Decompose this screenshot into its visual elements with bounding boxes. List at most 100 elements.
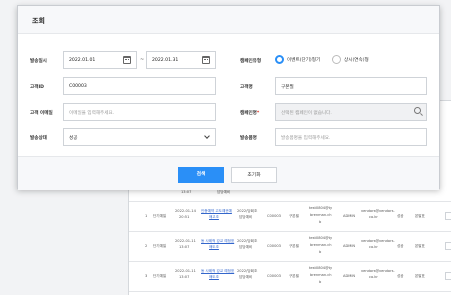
cell-type: 단기예일 — [153, 244, 167, 248]
cell-view: 본발표 — [415, 274, 425, 278]
cell-sender: 2022/당회조 — [237, 269, 258, 273]
cell-customer-name: 구본필 — [289, 214, 299, 218]
search-icon[interactable] — [414, 107, 421, 114]
cell-email: b — [319, 280, 322, 284]
radio-regular-type-label[interactable]: 상시(연속)형 — [344, 57, 369, 63]
campaign-label-text: 캠페인명 — [240, 111, 257, 116]
cell-date: 2022-01-11 — [175, 239, 196, 243]
date-separator: ~ — [140, 57, 145, 63]
cell-customer-name: 구본필 — [289, 274, 299, 278]
campaign-placeholder: 선택된 캠페인이 없습니다. — [281, 111, 332, 116]
customer-id-label: 고객ID — [30, 85, 44, 90]
radio-event-type[interactable] — [275, 55, 284, 64]
customer-id-field[interactable]: C00003 — [63, 77, 216, 95]
row-action-button[interactable] — [445, 272, 451, 280]
cell-customer-id: C00003 — [267, 274, 281, 278]
cell-email: test0804@ty — [309, 266, 333, 270]
cell-sender: 2022/당회조 — [237, 239, 258, 243]
cell-vendor: co.kr — [369, 215, 378, 219]
modal-title: 조회 — [18, 6, 439, 34]
date-to-field[interactable]: 2022.01.31 — [146, 51, 216, 69]
cell-date: 2022-01-11 — [175, 269, 196, 273]
send-status-label: 발송상태 — [30, 136, 47, 141]
radio-event-type-label[interactable]: 이벤트(단기)형기 — [287, 57, 320, 63]
cell-view: 본발표 — [415, 244, 425, 248]
cell-time: 13:07 — [179, 245, 190, 249]
campaign-field[interactable]: 선택된 캠페인이 없습니다. — [275, 103, 427, 121]
customer-email-label: 고객 이메일 — [30, 111, 53, 116]
cell-date: 2022-01-14 — [175, 209, 196, 213]
search-button[interactable]: 검색 — [178, 167, 224, 183]
cell-status: 성공 — [397, 214, 404, 218]
table-row[interactable]: 1 단기예일 2022-01-14 20:51 인증예약 고도예권예 매고조 2… — [129, 202, 451, 232]
cell-vendor: vendors@vendors. — [361, 209, 395, 213]
cell-email: brenman.ch — [310, 273, 332, 277]
campaign-label: 캠페인명* — [240, 110, 259, 116]
customer-name-label: 고객명 — [240, 85, 253, 90]
send-template-label: 발송폼명 — [240, 136, 257, 141]
table-row[interactable]: 2 단기예일 2022-01-11 13:07 동 사례적 강교 예정표 매도조… — [129, 232, 451, 262]
ship-date-label: 발송일시 — [30, 59, 47, 64]
chevron-down-icon — [204, 133, 210, 139]
cell-email: b — [319, 220, 322, 224]
customer-name-value: 구본필 — [281, 85, 294, 90]
campaign-type-label: 캠페인유형 — [240, 59, 262, 64]
cell-time: 13:07 — [181, 190, 192, 194]
radio-regular-type[interactable] — [332, 55, 341, 64]
cell-time: 13:07 — [179, 275, 190, 279]
cell-vendor: vendors@vendors. — [361, 269, 395, 273]
calendar-icon[interactable] — [202, 56, 210, 64]
cell-code: ADMIN — [343, 244, 356, 248]
cell-vendor: co.kr — [369, 275, 378, 279]
cell-email: b — [319, 250, 322, 254]
date-from-value: 2022.01.01 — [69, 58, 96, 63]
customer-email-field[interactable]: 이메일을 입력해주세요. — [63, 103, 216, 121]
cell-campaign-link[interactable]: 매도조 — [209, 275, 219, 280]
send-template-field[interactable]: 발송폼명을 입력해주세요. — [275, 128, 427, 146]
cell-sender: 담당예비 — [239, 275, 253, 279]
send-status-select[interactable]: 성공 — [63, 128, 216, 146]
customer-id-value: C00003 — [69, 84, 87, 89]
table-row[interactable]: 3 단기예일 2022-01-11 13:07 동 사례적 강교 예정표 매도조… — [129, 262, 451, 292]
date-to-value: 2022.01.31 — [152, 58, 179, 63]
required-mark: * — [256, 111, 260, 116]
cell-sender: 담당예비 — [239, 215, 253, 219]
send-status-value: 성공 — [69, 136, 78, 141]
cell-type: 단기예일 — [153, 214, 167, 218]
cell-code: ADMIN — [343, 214, 356, 218]
calendar-icon[interactable] — [123, 56, 131, 64]
cell-vendor: co.kr — [369, 245, 378, 249]
cell-no: 3 — [145, 274, 148, 278]
row-action-button[interactable] — [445, 212, 451, 220]
date-from-field[interactable]: 2022.01.01 — [63, 51, 137, 69]
modal-footer: 검색 초기화 — [18, 156, 439, 190]
cell-time: 20:51 — [179, 215, 190, 219]
row-action-button[interactable] — [445, 242, 451, 250]
cell-sender: 담당예비 — [239, 245, 253, 249]
cell-campaign-link[interactable]: 동 사례적 강교 예정표 — [201, 239, 234, 244]
cell-campaign-link[interactable]: 동 사례적 강교 예정표 — [201, 269, 234, 274]
customer-name-field[interactable]: 구본필 — [275, 77, 427, 95]
cell-campaign-link[interactable]: 인증예약 고도예권예 — [201, 209, 232, 214]
cell-email: brenman.ch — [310, 213, 332, 217]
cell-campaign-link[interactable]: 매도조 — [209, 245, 219, 250]
cell-customer-id: C00003 — [267, 214, 281, 218]
cell-customer-name: 구본필 — [289, 244, 299, 248]
cell-sender: 2022/당회조 — [237, 209, 258, 213]
send-template-placeholder: 발송폼명을 입력해주세요. — [281, 136, 331, 141]
cell-code: ADMIN — [343, 274, 356, 278]
cell-campaign-link[interactable]: 매고조 — [209, 215, 219, 220]
cell-email: brenman.ch — [310, 243, 332, 247]
cell-no: 1 — [145, 214, 148, 218]
reset-button[interactable]: 초기화 — [231, 167, 277, 183]
cell-vendor: vendors@vendors. — [361, 239, 395, 243]
cell-customer-id: C00003 — [267, 244, 281, 248]
cell-email: test0804@ty — [309, 236, 333, 240]
search-modal: 조회 발송일시 2022.01.01 ~ 2022.01.31 고객ID C00… — [17, 5, 440, 190]
cell-status: 성공 — [397, 244, 404, 248]
customer-email-placeholder: 이메일을 입력해주세요. — [69, 111, 115, 116]
cell-sender: 담당예비 — [217, 190, 231, 194]
cell-email: test0804@ty — [309, 206, 333, 210]
cell-no: 2 — [145, 244, 148, 248]
cell-type: 단기예일 — [153, 274, 167, 278]
